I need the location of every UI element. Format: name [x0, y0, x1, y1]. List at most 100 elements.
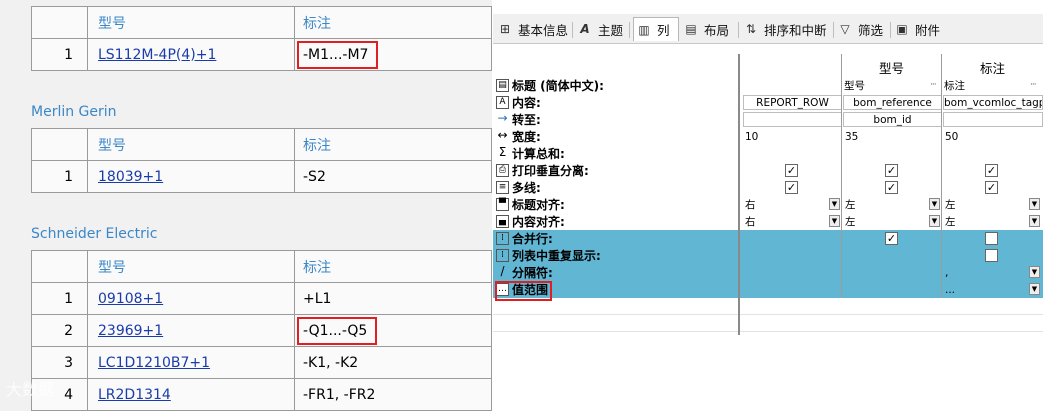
- chevron-down-icon[interactable]: ▼: [1029, 215, 1040, 227]
- select-value[interactable]: 左: [845, 196, 925, 213]
- row-title: ▤ 标题 (简体中文): 型号 ··· 标注 ···: [493, 77, 1043, 94]
- select-value[interactable]: 左: [945, 196, 1025, 213]
- goto-field-3[interactable]: [943, 112, 1043, 127]
- select-value[interactable]: 右: [745, 213, 825, 230]
- checkbox[interactable]: [985, 232, 998, 245]
- column-header-model[interactable]: 型号: [879, 58, 904, 77]
- row-multiline: ≡ 多线: ✓ ✓ ✓: [493, 179, 1043, 196]
- sort-icon: ⇅: [745, 22, 757, 36]
- header-model: 型号: [87, 6, 295, 39]
- model-link[interactable]: LR2D1314: [98, 387, 171, 403]
- model-link[interactable]: 18039+1: [98, 169, 163, 185]
- content-field-2[interactable]: bom_reference: [843, 95, 942, 110]
- row-merge-rows[interactable]: ⁞ 合并行: ✓: [493, 230, 1043, 247]
- content-icon: A: [496, 96, 509, 109]
- chevron-down-icon[interactable]: ▼: [929, 198, 940, 210]
- tab-layout[interactable]: ▤ 布局: [683, 17, 735, 41]
- row-value-range[interactable]: … 值范围 ... ▼: [493, 281, 1043, 298]
- table-row: 1 18039+1 -S2: [31, 160, 492, 193]
- row-sum: Σ 计算总和:: [493, 145, 1043, 162]
- goto-field-1[interactable]: [743, 112, 842, 127]
- slash-icon: /: [500, 264, 505, 278]
- watermark: 大数据: [6, 380, 55, 399]
- table-schneider-electric: 型号 标注 1 09108+1 +L1 2 23969+1 -Q1...-Q5 …: [31, 250, 492, 411]
- tab-basic-info[interactable]: ⊞ 基本信息: [497, 17, 571, 41]
- content-field-1[interactable]: REPORT_ROW: [743, 95, 842, 110]
- table-row: 4 LR2D1314 -FR1, -FR2: [31, 378, 492, 411]
- column-properties-panel: ⊞ 基本信息 A 主题 ▥ 列 ▤ 布局 ⇅ 排序和中断 ▽ 筛选 ▣ 附件 型…: [493, 0, 1043, 411]
- repeat-icon: ⁞: [496, 249, 509, 262]
- chevron-down-icon[interactable]: ▼: [1029, 266, 1040, 278]
- checkbox[interactable]: ✓: [885, 181, 898, 194]
- highlighted-note: -Q1...-Q5: [297, 316, 378, 345]
- select-value[interactable]: 左: [845, 213, 925, 230]
- columns-icon: ▥: [638, 22, 650, 37]
- checkbox[interactable]: [985, 249, 998, 262]
- chevron-down-icon[interactable]: ▼: [1029, 198, 1040, 210]
- row-repeat-display[interactable]: ⁞ 列表中重复显示:: [493, 247, 1043, 264]
- model-link[interactable]: 23969+1: [98, 323, 163, 339]
- arrow-icon: →: [497, 111, 508, 125]
- row-print-separator: ⎙ 打印垂直分离: ✓ ✓ ✓: [493, 162, 1043, 179]
- attachment-icon: ▣: [896, 22, 908, 36]
- row-content: A 内容: REPORT_ROW bom_reference bom_vcomlo…: [493, 94, 1043, 111]
- checkbox[interactable]: ✓: [985, 181, 998, 194]
- table-row: 1 LS112M-4P(4)+1 -M1...-M7: [31, 38, 492, 71]
- column-header-note[interactable]: 标注: [980, 58, 1005, 77]
- printer-icon: ⎙: [496, 164, 509, 177]
- layout-icon: ▤: [685, 22, 697, 36]
- checkbox[interactable]: ✓: [985, 164, 998, 177]
- checkbox[interactable]: ✓: [785, 181, 798, 194]
- checkbox[interactable]: ✓: [785, 164, 798, 177]
- chevron-down-icon[interactable]: ▼: [1029, 283, 1040, 295]
- group-title-merlin: Merlin Gerin: [31, 104, 117, 120]
- tab-theme[interactable]: A 主题: [577, 17, 627, 41]
- chevron-down-icon[interactable]: ▼: [829, 198, 840, 210]
- table-header: 型号 标注: [31, 250, 492, 283]
- table-header: 型号 标注: [31, 6, 492, 39]
- filter-icon: ▽: [840, 22, 850, 36]
- report-preview: 型号 标注 1 LS112M-4P(4)+1 -M1...-M7 Merlin …: [0, 0, 492, 411]
- row-width: ↔ 宽度: 10 35 50: [497, 128, 959, 144]
- select-value[interactable]: 左: [945, 213, 1025, 230]
- chevron-down-icon[interactable]: ▼: [829, 215, 840, 227]
- abc-icon: ⊞: [499, 22, 511, 36]
- table-row: 2 23969+1 -Q1...-Q5: [31, 314, 492, 347]
- row-goto: → 转至: bom_id: [493, 111, 1043, 128]
- font-icon: A: [580, 22, 590, 36]
- goto-field-2[interactable]: bom_id: [843, 112, 942, 127]
- align-icon: ▄: [496, 215, 509, 228]
- group-title-schneider: Schneider Electric: [31, 226, 158, 242]
- properties-grid: 型号 标注 ▤ 标题 (简体中文): 型号 ··· 标注 ··· A 内容: REP…: [493, 54, 1043, 335]
- row-content-align: ▄ 内容对齐: 右 ▼ 左 ▼ 左 ▼: [493, 213, 1043, 230]
- tab-attachment[interactable]: ▣ 附件: [894, 17, 946, 41]
- table-row: 3 LC1D1210B7+1 -K1, -K2: [31, 346, 492, 379]
- tab-sort-and-break[interactable]: ⇅ 排序和中断: [743, 17, 831, 41]
- model-link[interactable]: 09108+1: [98, 291, 163, 307]
- tab-bar: ⊞ 基本信息 A 主题 ▥ 列 ▤ 布局 ⇅ 排序和中断 ▽ 筛选 ▣ 附件: [493, 14, 1043, 44]
- title-icon: ▤: [496, 79, 509, 92]
- value-range-highlight: [495, 281, 552, 301]
- separator-value[interactable]: ,: [945, 264, 1005, 281]
- header-note: 标注: [294, 6, 492, 39]
- content-field-3[interactable]: bom_vcomloc_tagpat: [943, 95, 1043, 110]
- checkbox[interactable]: ✓: [885, 164, 898, 177]
- highlighted-note: -M1...-M7: [297, 40, 379, 69]
- table-first-group: 型号 标注 1 LS112M-4P(4)+1 -M1...-M7: [31, 6, 492, 71]
- sigma-icon: Σ: [498, 145, 507, 159]
- tab-filter[interactable]: ▽ 筛选: [837, 17, 889, 41]
- row-title-align: ▀ 标题对齐: 右 ▼ 左 ▼ 左 ▼: [493, 196, 1043, 213]
- table-row: 1 09108+1 +L1: [31, 282, 492, 315]
- range-value[interactable]: ...: [945, 281, 1005, 298]
- width-icon: ↔: [497, 128, 508, 142]
- tab-columns[interactable]: ▥ 列: [633, 17, 679, 41]
- chevron-down-icon[interactable]: ▼: [929, 215, 940, 227]
- model-link[interactable]: LC1D1210B7+1: [98, 355, 210, 371]
- select-value[interactable]: 右: [745, 196, 825, 213]
- table-merlin-gerin: 型号 标注 1 18039+1 -S2: [31, 128, 492, 193]
- screenshot-root: 型号 标注 1 LS112M-4P(4)+1 -M1...-M7 Merlin …: [0, 0, 1043, 411]
- merge-icon: ⁞: [496, 232, 509, 245]
- checkbox[interactable]: ✓: [885, 232, 898, 245]
- row-separator[interactable]: / 分隔符: , ▼: [493, 264, 1043, 281]
- model-link[interactable]: LS112M-4P(4)+1: [98, 47, 216, 63]
